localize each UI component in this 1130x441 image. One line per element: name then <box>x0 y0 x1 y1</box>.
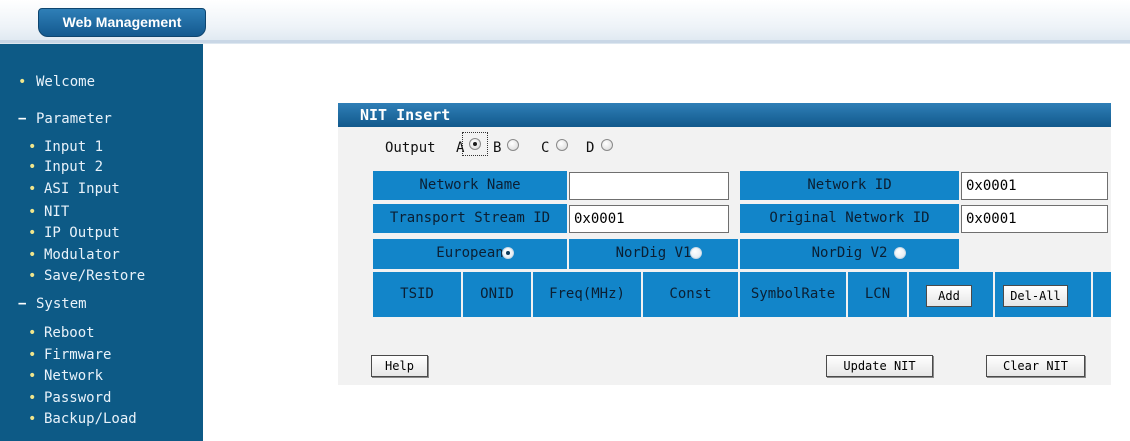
mode-label: NorDig V1 <box>615 245 692 261</box>
sidebar-section-parameter[interactable]: − Parameter <box>18 110 112 128</box>
sidebar-item-label: Firmware <box>44 347 112 363</box>
bullet-icon: • <box>28 411 37 427</box>
update-nit-button[interactable]: Update NIT <box>826 355 933 377</box>
output-d-label: D <box>586 140 595 156</box>
column-header-onid: ONID <box>463 272 531 317</box>
output-c-label: C <box>541 140 550 156</box>
sidebar-section-label: System <box>36 296 87 312</box>
nordig-v1-radio[interactable] <box>690 247 702 259</box>
bullet-icon: • <box>28 268 37 284</box>
sidebar-section-label: Parameter <box>36 111 112 127</box>
column-header-symbolrate: SymbolRate <box>740 272 846 317</box>
clear-nit-button[interactable]: Clear NIT <box>986 355 1085 377</box>
column-header-freq: Freq(MHz) <box>533 272 641 317</box>
ts-id-input[interactable]: 0x0001 <box>569 205 729 233</box>
sidebar-item-nit[interactable]: • NIT <box>0 203 69 221</box>
bullet-icon: • <box>28 139 37 155</box>
bullet-icon: • <box>28 204 37 220</box>
sidebar-item-ip-output[interactable]: • IP Output <box>0 224 120 242</box>
sidebar-item-firmware[interactable]: • Firmware <box>0 346 111 364</box>
mode-label: European <box>436 245 504 261</box>
bullet-icon: • <box>28 247 37 263</box>
output-a-radio[interactable] <box>469 138 481 150</box>
sidebar-item-label: Backup/Load <box>44 411 137 427</box>
filler-cell <box>1093 272 1111 317</box>
mode-nordig-v2[interactable]: NorDig V2 <box>740 239 959 269</box>
sidebar-item-modulator[interactable]: • Modulator <box>0 246 120 264</box>
european-radio[interactable] <box>502 247 514 259</box>
nordig-v2-radio[interactable] <box>894 247 906 259</box>
bullet-icon: • <box>28 390 37 406</box>
sidebar-item-password[interactable]: • Password <box>0 389 111 407</box>
sidebar-section-system[interactable]: − System <box>18 295 87 313</box>
sidebar-item-label: Modulator <box>44 247 120 263</box>
brand-tab[interactable]: Web Management <box>38 8 206 37</box>
sidebar-item-label: Password <box>44 390 112 406</box>
network-name-input[interactable] <box>569 172 729 200</box>
sidebar-item-label: NIT <box>44 204 70 220</box>
sidebar-item-welcome[interactable]: • Welcome <box>18 73 95 91</box>
sidebar-item-asi-input[interactable]: • ASI Input <box>0 180 120 198</box>
sidebar-item-backup-load[interactable]: • Backup/Load <box>0 410 137 428</box>
onid-input[interactable]: 0x0001 <box>961 205 1108 233</box>
network-id-label: Network ID <box>740 171 959 200</box>
bullet-icon: • <box>18 74 27 90</box>
bullet-icon: • <box>28 181 37 197</box>
bullet-icon: • <box>28 159 37 175</box>
onid-label: Original Network ID <box>740 204 959 233</box>
sidebar-item-label: Reboot <box>44 325 95 341</box>
column-header-const: Const <box>643 272 738 317</box>
network-name-label: Network Name <box>373 171 567 200</box>
panel-title-bar: NIT Insert <box>338 103 1111 127</box>
sidebar-item-label: IP Output <box>44 225 120 241</box>
mode-nordig-v1[interactable]: NorDig V1 <box>569 239 738 269</box>
sidebar-item-label: Network <box>44 368 104 384</box>
output-label: Output <box>385 140 436 156</box>
network-id-input[interactable]: 0x0001 <box>961 172 1108 200</box>
panel-title: NIT Insert <box>360 106 451 124</box>
top-banner: Web Management <box>0 0 1130 44</box>
help-button[interactable]: Help <box>371 355 428 377</box>
output-c-radio[interactable] <box>556 139 568 151</box>
bullet-icon: • <box>28 368 37 384</box>
collapse-icon: − <box>18 296 27 312</box>
sidebar-item-save-restore[interactable]: • Save/Restore <box>0 267 145 285</box>
sidebar-item-label: Input 1 <box>44 139 104 155</box>
bullet-icon: • <box>28 325 37 341</box>
output-d-radio[interactable] <box>601 139 613 151</box>
output-b-radio[interactable] <box>507 139 519 151</box>
ts-id-label: Transport Stream ID <box>373 204 567 233</box>
del-all-button[interactable]: Del-All <box>1003 285 1068 307</box>
sidebar-item-label: ASI Input <box>44 181 120 197</box>
collapse-icon: − <box>18 111 27 127</box>
sidebar-item-reboot[interactable]: • Reboot <box>0 324 95 342</box>
mode-label: NorDig V2 <box>811 245 888 261</box>
sidebar-item-label: Input 2 <box>44 159 104 175</box>
column-header-lcn: LCN <box>848 272 907 317</box>
banner-rule <box>0 40 1130 43</box>
mode-european[interactable]: European <box>373 239 567 269</box>
add-button[interactable]: Add <box>926 285 972 307</box>
sidebar-item-label: Save/Restore <box>44 268 146 284</box>
column-header-tsid: TSID <box>373 272 461 317</box>
sidebar-item-network[interactable]: • Network <box>0 367 103 385</box>
bullet-icon: • <box>28 225 37 241</box>
sidebar-item-label: Welcome <box>36 74 96 90</box>
sidebar-item-input-1[interactable]: • Input 1 <box>0 138 103 156</box>
bullet-icon: • <box>28 347 37 363</box>
sidebar-item-input-2[interactable]: • Input 2 <box>0 158 103 176</box>
output-b-label: B <box>493 140 502 156</box>
